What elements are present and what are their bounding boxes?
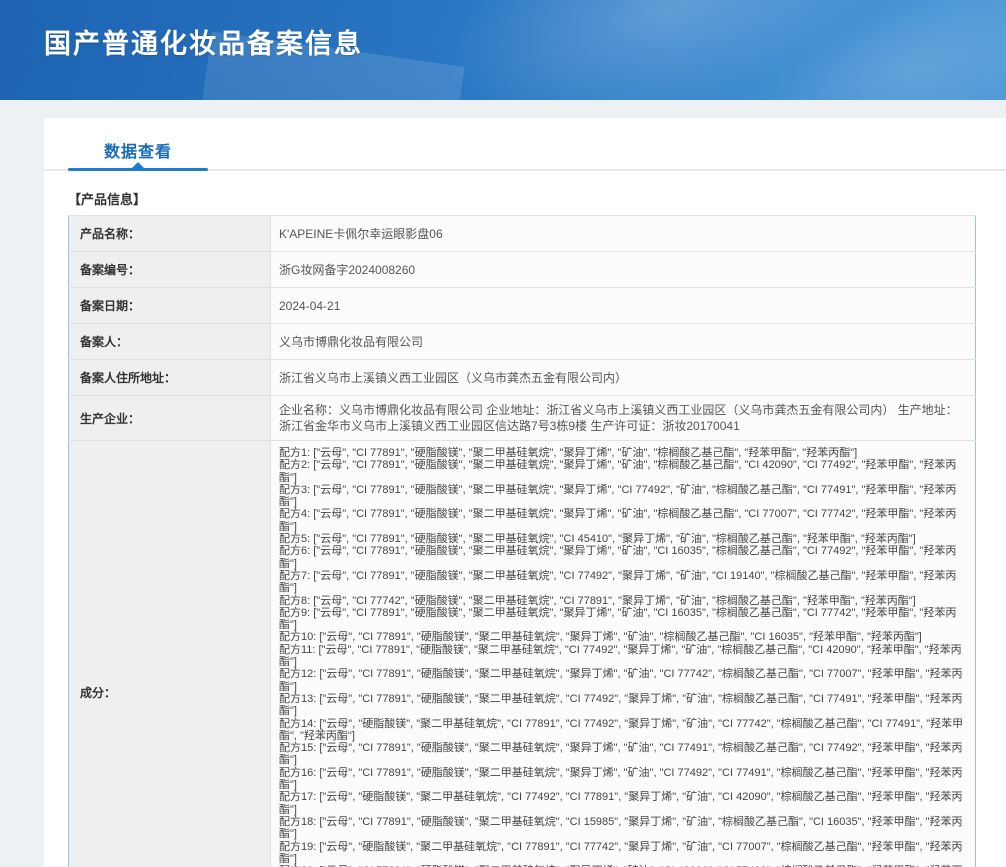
formula-line: 配方5: ["云母", "CI 77891", "硬脂酸镁", "聚二甲基硅氧烷… <box>279 533 965 545</box>
table-row: 成分： 配方1: ["云母", "CI 77891", "硬脂酸镁", "聚二甲基… <box>69 441 976 867</box>
active-tab-underline <box>68 168 208 171</box>
row-value: 浙G妆网备字2024008260 <box>271 252 976 288</box>
section-title: 【产品信息】 <box>68 189 1006 208</box>
formula-line: 配方2: ["云母", "CI 77891", "硬脂酸镁", "聚二甲基硅氧烷… <box>279 459 965 484</box>
formula-line: 配方6: ["云母", "CI 77891", "硬脂酸镁", "聚二甲基硅氧烷… <box>279 545 965 570</box>
formula-line: 配方11: ["云母", "CI 77891", "硬脂酸镁", "聚二甲基硅氧… <box>279 644 965 669</box>
row-label: 生产企业： <box>69 396 271 441</box>
row-label: 备案日期： <box>69 288 271 324</box>
formula-line: 配方9: ["云母", "CI 77891", "硬脂酸镁", "聚二甲基硅氧烷… <box>279 607 965 632</box>
tab-data-view-label: 数据查看 <box>104 144 172 161</box>
formula-line: 配方16: ["云母", "CI 77891", "硬脂酸镁", "聚二甲基硅氧… <box>279 767 965 792</box>
table-row: 备案人住所地址：浙江省义乌市上溪镇义西工业园区（义乌市龚杰五金有限公司内） <box>69 360 976 396</box>
formula-line: 配方8: ["云母", "CI 77742", "硬脂酸镁", "聚二甲基硅氧烷… <box>279 595 965 607</box>
row-value: 2024-04-21 <box>271 288 976 324</box>
formula-line: 配方7: ["云母", "CI 77891", "硬脂酸镁", "聚二甲基硅氧烷… <box>279 570 965 595</box>
table-row: 备案日期：2024-04-21 <box>69 288 976 324</box>
row-label: 成分： <box>69 441 271 867</box>
tab-bar: 数据查看 <box>44 118 1006 172</box>
formula-line: 配方15: ["云母", "CI 77891", "硬脂酸镁", "聚二甲基硅氧… <box>279 742 965 767</box>
row-label: 产品名称： <box>69 216 271 252</box>
content-card: 数据查看 【产品信息】 产品名称：K'APEINE卡佩尔幸运眼影盘06备案编号：… <box>44 118 1006 867</box>
formula-line: 配方13: ["云母", "CI 77891", "硬脂酸镁", "聚二甲基硅氧… <box>279 693 965 718</box>
formula-line: 配方3: ["云母", "CI 77891", "硬脂酸镁", "聚二甲基硅氧烷… <box>279 484 965 509</box>
row-label: 备案编号： <box>69 252 271 288</box>
product-info-table: 产品名称：K'APEINE卡佩尔幸运眼影盘06备案编号：浙G妆网备字202400… <box>68 215 976 867</box>
table-row: 产品名称：K'APEINE卡佩尔幸运眼影盘06 <box>69 216 976 252</box>
row-value: K'APEINE卡佩尔幸运眼影盘06 <box>271 216 976 252</box>
formula-line: 配方4: ["云母", "CI 77891", "硬脂酸镁", "聚二甲基硅氧烷… <box>279 508 965 533</box>
page-banner: 国产普通化妆品备案信息 <box>0 0 1006 100</box>
formula-line: 配方14: ["云母", "硬脂酸镁", "聚二甲基硅氧烷", "CI 7789… <box>279 718 965 743</box>
row-value: 企业名称：义乌市博鼎化妆品有限公司 企业地址：浙江省义乌市上溪镇义西工业园区（义… <box>271 396 976 441</box>
table-row: 备案编号：浙G妆网备字2024008260 <box>69 252 976 288</box>
formula-line: 配方12: ["云母", "CI 77891", "硬脂酸镁", "聚二甲基硅氧… <box>279 668 965 693</box>
row-value: 浙江省义乌市上溪镇义西工业园区（义乌市龚杰五金有限公司内） <box>271 360 976 396</box>
page-title: 国产普通化妆品备案信息 <box>44 22 363 61</box>
row-value: 配方1: ["云母", "CI 77891", "硬脂酸镁", "聚二甲基硅氧烷… <box>271 441 976 867</box>
table-row: 生产企业：企业名称：义乌市博鼎化妆品有限公司 企业地址：浙江省义乌市上溪镇义西工… <box>69 396 976 441</box>
product-info-table-body: 产品名称：K'APEINE卡佩尔幸运眼影盘06备案编号：浙G妆网备字202400… <box>69 216 976 867</box>
formula-line: 配方17: ["云母", "硬脂酸镁", "聚二甲基硅氧烷", "CI 7749… <box>279 791 965 816</box>
formula-line: 配方18: ["云母", "CI 77891", "硬脂酸镁", "聚二甲基硅氧… <box>279 816 965 841</box>
row-value: 义乌市博鼎化妆品有限公司 <box>271 324 976 360</box>
table-row: 备案人：义乌市博鼎化妆品有限公司 <box>69 324 976 360</box>
formula-line: 配方19: ["云母", "硬脂酸镁", "聚二甲基硅氧烷", "CI 7789… <box>279 841 965 866</box>
formula-line: 配方1: ["云母", "CI 77891", "硬脂酸镁", "聚二甲基硅氧烷… <box>279 447 965 459</box>
row-label: 备案人住所地址： <box>69 360 271 396</box>
row-label: 备案人： <box>69 324 271 360</box>
active-tab-pointer-icon <box>132 162 144 168</box>
formula-line: 配方10: ["云母", "CI 77891", "硬脂酸镁", "聚二甲基硅氧… <box>279 631 965 643</box>
